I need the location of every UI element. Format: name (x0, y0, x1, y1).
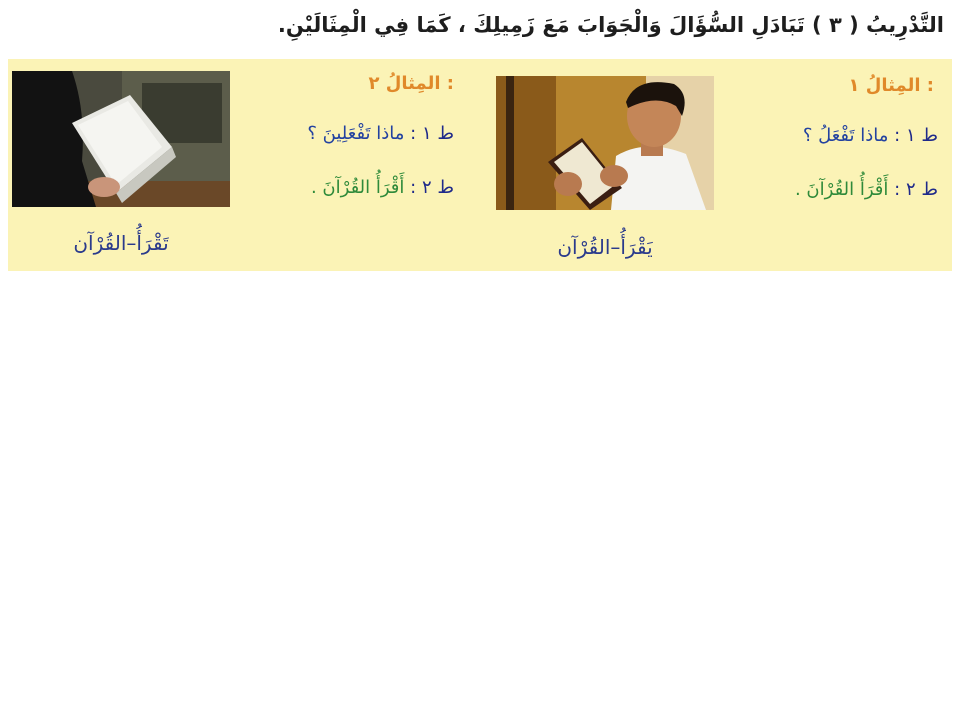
speaker-label: ط ١ : (894, 125, 938, 146)
answer-text: أَقْرَأُ القُرْآنَ . (794, 179, 889, 200)
speaker-label: ط ٢ : (410, 177, 454, 198)
example-1-caption: يَقْرَأُ–القُرْآن (557, 235, 653, 259)
example-2-heading: المِثالُ ٢ : (368, 73, 454, 94)
example-2-answer: ط ٢ : أَقْرَأُ القُرْآنَ . (311, 177, 454, 198)
example-1-heading: المِثالُ ١ : (848, 75, 934, 96)
examples-panel: المِثالُ ١ : ط ١ : ماذا تَفْعَلُ ؟ ط ٢ :… (8, 59, 952, 271)
speaker-label: ط ١ : (410, 123, 454, 144)
example-1-question: ط ١ : ماذا تَفْعَلُ ؟ (803, 125, 938, 146)
question-text: ماذا تَفْعَلِينَ ؟ (307, 123, 405, 144)
boy-reading-photo (496, 76, 714, 210)
example-1-answer: ط ٢ : أَقْرَأُ القُرْآنَ . (795, 179, 938, 200)
woman-reading-photo (12, 71, 230, 207)
answer-text: أَقْرَأُ القُرْآنَ . (310, 177, 405, 198)
question-text: ماذا تَفْعَلُ ؟ (802, 125, 889, 146)
speaker-label: ط ٢ : (894, 179, 938, 200)
example-2-caption: تَقْرَأُ–القُرْآن (73, 231, 169, 255)
exercise-title: التَّدْرِيبُ ( ٣ ) تَبَادَلِ السُّؤَالَ … (277, 13, 944, 37)
example-2-question: ط ١ : ماذا تَفْعَلِينَ ؟ (307, 123, 454, 144)
